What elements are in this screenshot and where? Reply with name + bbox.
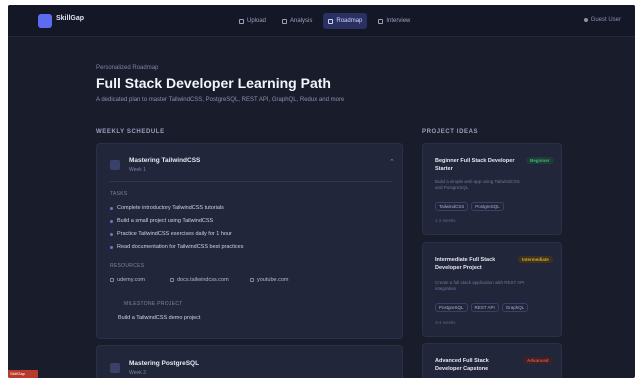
link-icon	[170, 278, 174, 282]
project-duration: 1-2 weeks	[435, 218, 456, 223]
project-description: Build a simple web app using TailwindCSS…	[435, 179, 520, 190]
week-card-week: Week 2	[129, 370, 146, 376]
project-card-beginner[interactable]: Beginner Full Stack Developer Starter Be…	[422, 143, 562, 235]
weekly-schedule-heading: WEEKLY SCHEDULE	[96, 129, 165, 135]
skill-chip: TailwindCSS	[435, 202, 469, 211]
bullet-icon	[110, 232, 113, 236]
level-badge: Advanced	[523, 357, 553, 364]
project-title: Advanced Full Stack Developer Capstone	[435, 358, 489, 372]
user-icon	[583, 18, 588, 22]
project-duration: 3-4 weeks	[435, 320, 456, 325]
resource-link-2[interactable]: docs.tailwindcss.com	[170, 277, 229, 283]
book-icon	[110, 160, 120, 170]
app-name: SkillGap	[56, 15, 85, 22]
skill-chip: PostgreSQL	[435, 303, 468, 312]
chevron-up-icon[interactable]: ⌃	[389, 158, 395, 166]
interview-icon	[378, 18, 384, 24]
project-ideas-heading: PROJECT IDEAS	[422, 129, 479, 135]
page-subtitle: A dedicated plan to master TailwindCSS, …	[96, 97, 345, 103]
app-logo-icon[interactable]	[38, 14, 52, 28]
main-nav: Upload Analysis Roadmap Interview	[234, 13, 415, 29]
nav-interview[interactable]: Interview	[373, 13, 415, 29]
app-window: SkillGap Upload Analysis Roadmap Intervi…	[8, 5, 635, 378]
card-divider	[109, 181, 392, 182]
project-title: Beginner Full Stack Developer Starter	[435, 158, 515, 172]
task-item: Build a small project using TailwindCSS	[110, 218, 213, 224]
analysis-icon	[282, 18, 288, 24]
top-navigation-bar: SkillGap Upload Analysis Roadmap Intervi…	[8, 5, 635, 37]
skill-chip: GraphQL	[501, 303, 529, 312]
skill-chip: REST API	[470, 303, 499, 312]
project-title: Intermediate Full Stack Developer Projec…	[435, 257, 496, 271]
resources-label: RESOURCES	[110, 263, 145, 269]
resource-link-1[interactable]: udemy.com	[110, 277, 145, 283]
nav-analysis[interactable]: Analysis	[277, 13, 317, 29]
upload-icon	[239, 18, 244, 24]
bullet-icon	[110, 219, 113, 223]
book-icon	[110, 363, 120, 373]
corner-tag: SkillGap	[8, 370, 38, 378]
page-title: Full Stack Developer Learning Path	[96, 75, 331, 91]
skill-chip: PostgreSQL	[471, 202, 504, 211]
link-icon	[110, 278, 114, 282]
task-item: Read documentation for TailwindCSS best …	[110, 244, 243, 250]
week-card-title: Mastering PostgreSQL	[129, 360, 200, 367]
nav-upload[interactable]: Upload	[234, 13, 271, 29]
bullet-icon	[110, 206, 113, 210]
level-badge: Beginner	[526, 157, 554, 164]
user-menu[interactable]: Guest User	[583, 17, 621, 23]
week-card-title: Mastering TailwindCSS	[129, 157, 201, 164]
week-card-week: Week 1	[129, 167, 146, 173]
project-description: Create a full stack application with RES…	[435, 280, 525, 291]
task-item: Practice TailwindCSS exercises daily for…	[110, 231, 232, 237]
skill-chips: TailwindCSS PostgreSQL	[435, 202, 504, 211]
breadcrumb: Personalized Roadmap	[96, 65, 159, 71]
roadmap-icon	[328, 18, 334, 24]
skill-chips: PostgreSQL REST API GraphQL	[435, 303, 529, 312]
milestone-label: MILESTONE PROJECT	[124, 301, 183, 307]
project-card-advanced[interactable]: Advanced Full Stack Developer Capstone A…	[422, 343, 562, 378]
task-item: Complete introductory TailwindCSS tutori…	[110, 205, 224, 211]
resource-link-3[interactable]: youtube.com	[250, 277, 289, 283]
tasks-label: TASKS	[110, 191, 128, 197]
milestone-text: Build a TailwindCSS demo project	[118, 315, 201, 321]
nav-roadmap[interactable]: Roadmap	[323, 13, 368, 29]
week-card-1: Mastering TailwindCSS Week 1 ⌃ TASKS Com…	[96, 143, 403, 339]
project-card-intermediate[interactable]: Intermediate Full Stack Developer Projec…	[422, 242, 562, 337]
bullet-icon	[110, 245, 113, 249]
level-badge: Intermediate	[518, 256, 553, 263]
link-icon	[250, 278, 254, 282]
week-card-2[interactable]: Mastering PostgreSQL Week 2	[96, 345, 403, 378]
